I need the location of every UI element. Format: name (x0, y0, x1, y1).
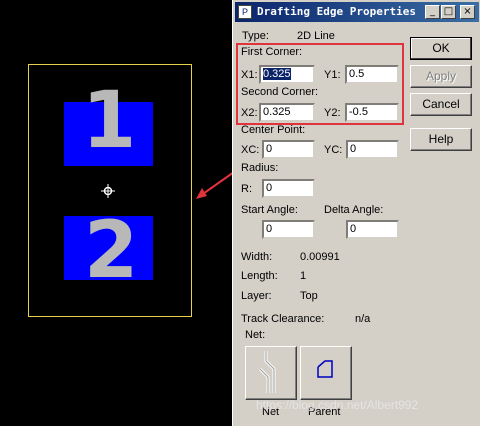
app-icon: P (238, 5, 252, 19)
pad-1-number: 1 (82, 76, 137, 166)
corner-highlight-box (236, 43, 404, 125)
maximize-button[interactable]: □ (441, 5, 456, 19)
xc-label: XC: (241, 144, 260, 156)
ok-button[interactable]: OK (410, 37, 472, 60)
yc-label: YC: (324, 144, 343, 156)
net-label: Net: (245, 329, 266, 341)
net-button[interactable] (245, 346, 297, 400)
width-label: Width: (241, 251, 273, 263)
delta-angle-label: Delta Angle: (324, 204, 384, 216)
start-angle-field[interactable]: 0 (262, 220, 315, 239)
xc-field[interactable]: 0 (262, 140, 315, 159)
layer-value: Top (300, 290, 318, 302)
apply-button[interactable]: Apply (410, 65, 472, 88)
close-button[interactable]: × (460, 5, 475, 19)
net-icon (258, 351, 276, 393)
center-point-label: Center Point: (241, 124, 306, 136)
radius-label: Radius: (241, 162, 279, 174)
origin-marker-icon (101, 184, 115, 198)
radius-field[interactable]: 0 (262, 179, 315, 198)
help-button[interactable]: Help (410, 128, 472, 151)
pcb-canvas[interactable]: 1 2 (0, 0, 232, 426)
pad-2-number: 2 (84, 206, 139, 296)
track-clearance-label: Track Clearance: (241, 313, 325, 325)
length-value: 1 (300, 270, 307, 282)
watermark-text: https://blog.csdn.net/Albert992 (256, 398, 419, 412)
parent-icon (317, 360, 333, 378)
track-clearance-value: n/a (355, 313, 371, 325)
parent-button[interactable] (300, 346, 352, 400)
width-value: 0.00991 (300, 251, 340, 263)
delta-angle-field[interactable]: 0 (346, 220, 399, 239)
minimize-button[interactable]: _ (425, 5, 440, 19)
length-label: Length: (241, 270, 278, 282)
layer-label: Layer: (241, 290, 272, 302)
r-label: R: (241, 183, 252, 195)
type-value: 2D Line (297, 30, 335, 42)
start-angle-label: Start Angle: (241, 204, 298, 216)
type-label: Type: (242, 30, 269, 42)
yc-field[interactable]: 0 (346, 140, 399, 159)
title-bar[interactable]: P Drafting Edge Properties _ □ × (235, 2, 479, 22)
cancel-button[interactable]: Cancel (410, 93, 472, 116)
dialog-title: Drafting Edge Properties (257, 5, 416, 18)
